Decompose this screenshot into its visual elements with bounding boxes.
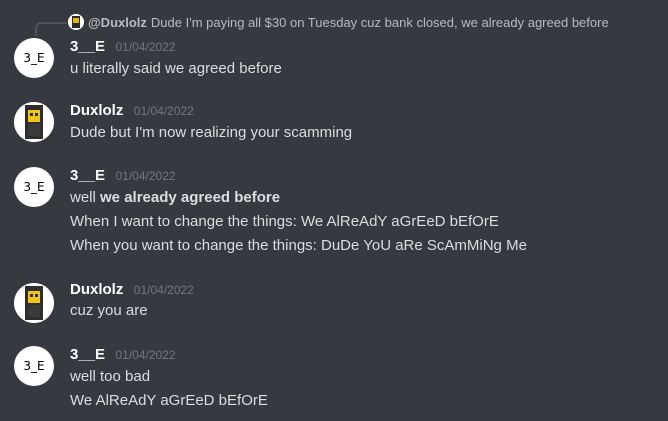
timestamp: 01/04/2022: [133, 104, 194, 118]
reply-spine: [35, 22, 67, 36]
timestamp: 01/04/2022: [115, 348, 176, 362]
reply-reference[interactable]: @Duxlolz Dude I'm paying all $30 on Tues…: [35, 12, 609, 36]
avatar-label: 3_E: [23, 180, 45, 194]
avatar[interactable]: 3_E: [14, 167, 54, 207]
timestamp: 01/04/2022: [133, 283, 194, 297]
avatar-label: 3_E: [23, 359, 45, 373]
username[interactable]: 3__E: [70, 346, 105, 363]
reply-text[interactable]: Dude I'm paying all $30 on Tuesday cuz b…: [151, 15, 609, 30]
timestamp: 01/04/2022: [115, 40, 176, 54]
chat-messages: @Duxlolz Dude I'm paying all $30 on Tues…: [0, 0, 668, 421]
username[interactable]: 3__E: [70, 167, 105, 184]
message-text: u literally said we agreed before: [70, 60, 282, 77]
username[interactable]: 3__E: [70, 38, 105, 55]
avatar[interactable]: 3_E: [14, 346, 54, 386]
message-header: 3__E 01/04/2022: [70, 167, 176, 185]
avatar[interactable]: [14, 283, 54, 323]
username[interactable]: Duxlolz: [70, 281, 123, 298]
pixel-avatar-icon: [14, 283, 54, 323]
message-text: cuz you are: [70, 302, 148, 319]
message-text: well we already agreed before: [70, 189, 280, 206]
username[interactable]: Duxlolz: [70, 102, 123, 119]
avatar[interactable]: 3_E: [14, 38, 54, 78]
reply-avatar[interactable]: [68, 14, 84, 30]
timestamp: 01/04/2022: [115, 169, 176, 183]
avatar[interactable]: [14, 102, 54, 142]
reply-mention[interactable]: @Duxlolz: [88, 15, 147, 30]
message-header: 3__E 01/04/2022: [70, 38, 176, 56]
message-text: Dude but I'm now realizing your scamming: [70, 124, 353, 141]
message-text-plain: well: [70, 189, 101, 206]
message-header: 3__E 01/04/2022: [70, 346, 176, 364]
message-text: When I want to change the things: We AlR…: [70, 213, 499, 230]
message-text: When you want to change the things: DuDe…: [70, 237, 527, 254]
message-text: well too bad: [70, 368, 151, 385]
message-header: Duxlolz 01/04/2022: [70, 102, 194, 120]
message-text: We AlReAdY aGrEeD bEfOrE: [70, 392, 268, 409]
avatar-label: 3_E: [23, 51, 45, 65]
message-header: Duxlolz 01/04/2022: [70, 281, 194, 299]
pixel-avatar-icon: [14, 102, 54, 142]
message-text-bold: we already agreed before: [100, 189, 281, 206]
